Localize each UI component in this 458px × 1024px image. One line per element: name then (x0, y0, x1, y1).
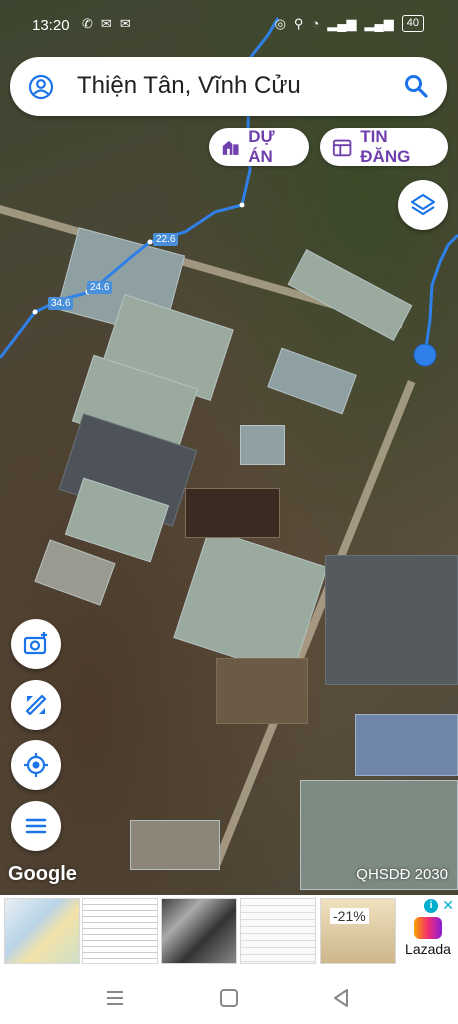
search-bar[interactable]: Thiện Tân, Vĩnh Cửu (10, 57, 447, 116)
status-bar: 13:20 ✆ ✉ ✉ ◎ ⚲ ◔ ▂▄▆ ▂▄▆ 40 (0, 0, 458, 52)
du-an-button[interactable]: DỰ ÁN (209, 127, 309, 166)
google-attribution: Google (8, 863, 77, 885)
ad-banner[interactable]: -21% Lazada i ✕ (0, 895, 458, 973)
ad-close-icon[interactable]: ✕ (442, 897, 454, 914)
system-nav-bar (0, 973, 458, 1024)
lazada-label: Lazada (405, 941, 451, 957)
menu-button[interactable] (11, 801, 61, 851)
search-query[interactable]: Thiện Tân, Vĩnh Cửu (77, 72, 301, 100)
ad-thumbnail[interactable] (240, 898, 316, 964)
signal-icon: ▂▄▆ (327, 15, 357, 31)
gmail-icon: ✉ (119, 16, 131, 31)
search-icon[interactable] (403, 73, 429, 99)
measure-icon (25, 694, 47, 716)
camera-add-icon (23, 632, 47, 655)
signal-icon: ▂▄▆ (364, 15, 394, 31)
menu-icon (25, 818, 47, 834)
ad-thumbnail[interactable] (82, 898, 158, 964)
gmail-icon: ✉ (100, 16, 112, 31)
layers-icon (410, 193, 436, 216)
calendar-icon (332, 139, 352, 157)
ad-info-icon[interactable]: i (424, 899, 438, 913)
tin-dang-label: TIN ĐĂNG (360, 127, 411, 166)
route-distance-label: 24.6 (87, 281, 113, 294)
ad-thumbnail[interactable] (4, 898, 80, 964)
my-location-icon (24, 753, 48, 777)
add-photo-button[interactable] (11, 619, 61, 669)
measure-button[interactable] (11, 680, 61, 730)
tin-dang-button[interactable]: TIN ĐĂNG (320, 127, 448, 166)
home-icon[interactable] (218, 987, 240, 1009)
account-icon[interactable] (28, 74, 54, 100)
discount-badge: -21% (330, 908, 369, 924)
route-distance-label: 22.6 (153, 233, 179, 246)
whatsapp-icon: ✆ (82, 16, 93, 31)
lazada-logo[interactable]: Lazada (402, 917, 454, 957)
layers-button[interactable] (398, 180, 448, 230)
overlay-layer-label: QHSDĐ 2030 (356, 866, 448, 883)
back-icon[interactable] (330, 987, 352, 1009)
status-time: 13:20 (32, 17, 70, 34)
location-icon: ⚲ (293, 15, 304, 31)
instagram-icon: ◎ (274, 15, 286, 31)
screen: 22.6 24.6 34.6 13:20 ✆ ✉ ✉ ◎ ⚲ ◔ ▂▄▆ ▂▄▆… (0, 0, 458, 1024)
recent-apps-icon[interactable] (104, 987, 126, 1009)
route-distance-label: 34.6 (48, 297, 74, 310)
ad-thumbnail[interactable] (161, 898, 237, 964)
my-location-button[interactable] (11, 740, 61, 790)
house-icon (222, 140, 239, 155)
du-an-label: DỰ ÁN (248, 127, 275, 166)
battery-indicator: 40 (401, 15, 424, 32)
lazada-heart-icon (414, 917, 442, 939)
wifi-icon: ◔ (311, 16, 320, 31)
